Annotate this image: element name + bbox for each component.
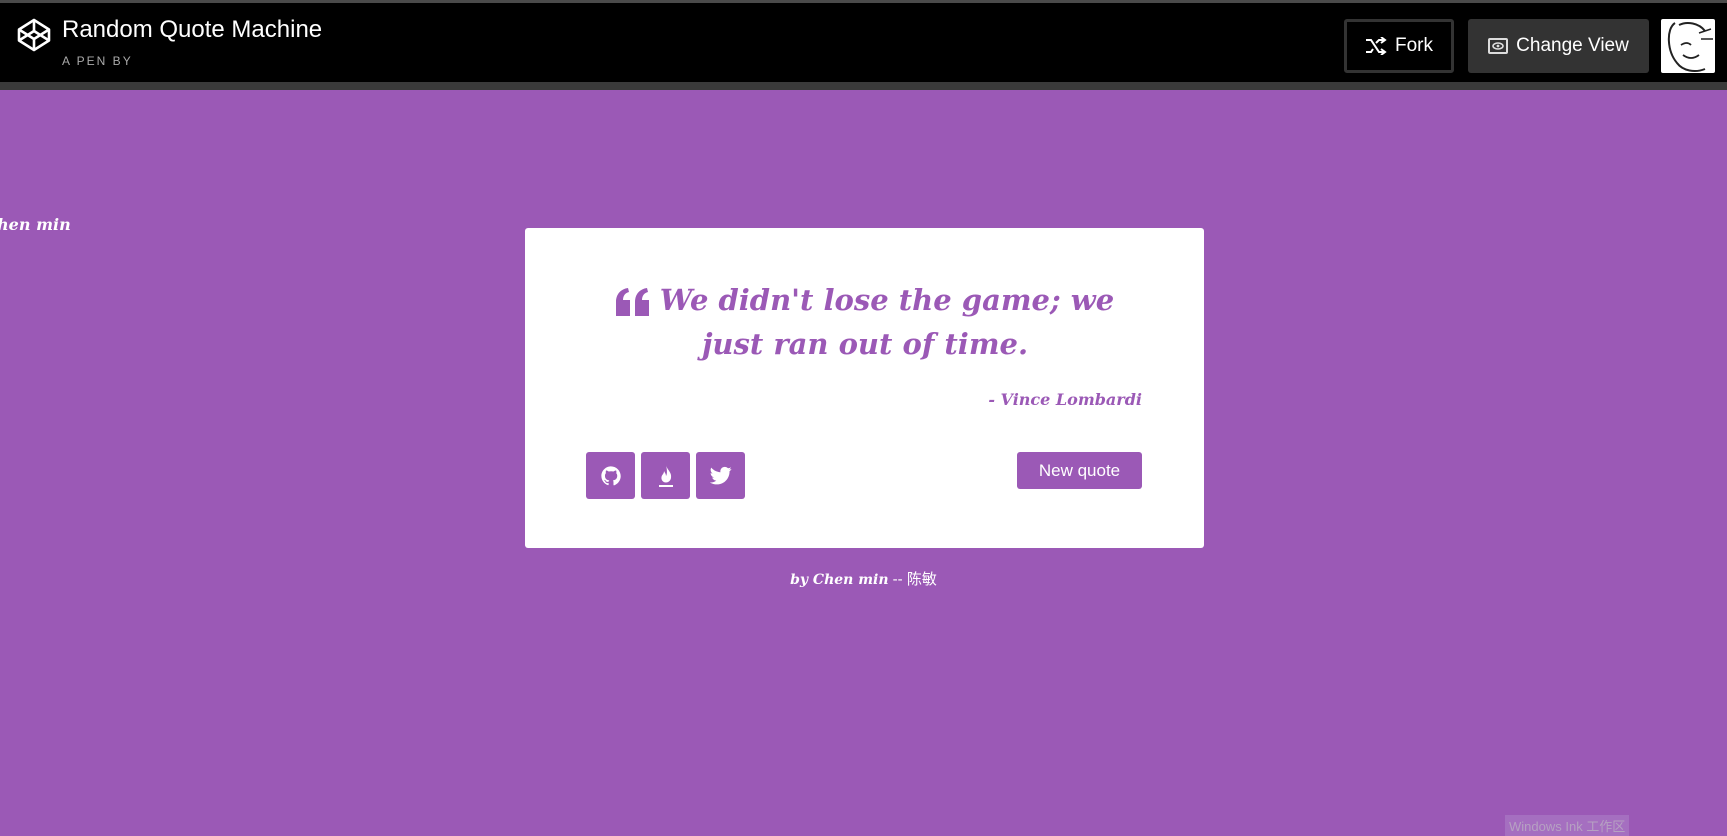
pen-title: Random Quote Machine	[62, 16, 323, 43]
avatar-image	[1667, 22, 1713, 72]
codepen-logo-icon[interactable]	[17, 18, 51, 52]
footer-separator: --	[888, 571, 907, 588]
change-view-label: Change View	[1516, 35, 1629, 56]
twitter-icon	[709, 466, 732, 484]
footer-credit: by Chen min -- 陈敏	[0, 568, 1727, 589]
github-icon	[600, 465, 621, 485]
avatar[interactable]	[1661, 19, 1715, 73]
footer-by[interactable]: by Chen min	[790, 572, 888, 588]
quote-text: We didn't lose the game; we just ran out…	[659, 283, 1115, 361]
pen-meta-prefix: A PEN BY	[62, 54, 133, 68]
new-quote-button[interactable]: New quote	[1017, 452, 1142, 489]
change-view-button[interactable]: Change View	[1468, 19, 1649, 73]
quote-text-container: We didn't lose the game; we just ran out…	[595, 278, 1135, 366]
windows-ink-watermark: Windows Ink 工作区	[1505, 815, 1630, 836]
eye-icon	[1488, 38, 1509, 54]
footer-name-cn: 陈敏	[906, 571, 937, 588]
quote-box: We didn't lose the game; we just ran out…	[525, 228, 1204, 548]
pen-author-link[interactable]: Chen min	[0, 215, 71, 234]
quote-author: - Vince Lombardi	[988, 390, 1142, 409]
fork-button-label: Fork	[1395, 35, 1433, 56]
fork-button[interactable]: Fork	[1344, 19, 1454, 73]
fire-button[interactable]	[641, 452, 690, 499]
pen-meta: A PEN BY Chen min	[0, 53, 133, 234]
fire-icon	[658, 464, 673, 487]
quote-left-icon	[615, 288, 649, 316]
github-button[interactable]	[586, 452, 635, 499]
twitter-button[interactable]	[696, 452, 745, 499]
fork-icon	[1366, 37, 1387, 55]
codepen-header: Random Quote Machine A PEN BY Chen min F…	[0, 0, 1727, 234]
header-bottom-border	[0, 82, 1727, 90]
